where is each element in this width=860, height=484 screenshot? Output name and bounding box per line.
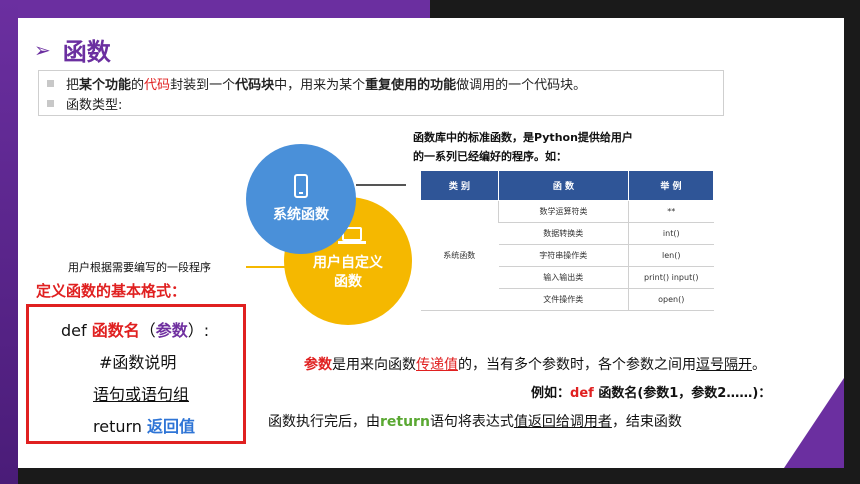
return-explanation: 函数执行完后，由return语句将表达式值返回给调用者，结束函数 xyxy=(268,414,682,430)
connector-line xyxy=(246,266,286,268)
bullet-text: 函数类型: xyxy=(66,97,123,113)
bullet-item-types: 函数类型: xyxy=(47,93,715,113)
table-cell: ** xyxy=(628,200,714,223)
table-row: 系统函数 数学运算符类 ** xyxy=(420,200,714,311)
square-bullet-icon xyxy=(47,99,54,107)
circle-label: 系统函数 xyxy=(273,207,329,223)
circle-label: 用户自定义 函数 xyxy=(313,255,383,290)
arrow-bullet-icon: ➢ xyxy=(34,37,51,62)
square-bullet-icon xyxy=(47,79,54,87)
title-row: ➢ 函数 xyxy=(34,32,111,67)
phone-icon xyxy=(294,174,308,198)
table-cell: 文件操作类 xyxy=(498,288,629,311)
table-header: 函 数 xyxy=(498,170,629,201)
table-header: 类 别 xyxy=(420,170,499,201)
table-cell: 输入输出类 xyxy=(498,266,629,289)
bullet-item-definition: 把某个功能的代码封装到一个代码块中，用来为某个重复使用的功能做调用的一个代码块。 xyxy=(47,73,715,93)
left-strip xyxy=(0,0,18,484)
definition-title: 定义函数的基本格式： xyxy=(36,282,187,300)
definition-box: def 函数名（参数）: #函数说明 语句或语句组 return 返回值 xyxy=(26,304,246,444)
table-cell: 数据转换类 xyxy=(498,222,629,245)
user-function-description: 用户根据需要编写的一段程序 xyxy=(68,261,211,274)
example-line: 例如：def 函数名(参数1，参数2……)： xyxy=(531,386,772,401)
table-cell: len() xyxy=(628,244,714,267)
corner-decoration xyxy=(784,378,844,468)
param-explanation: 参数是用来向函数传递值的，当有多个参数时，各个参数之间用逗号隔开。 xyxy=(304,357,766,373)
table-cell: 数学运算符类 xyxy=(498,200,629,223)
function-library-table: 类 别 函 数 举 例 系统函数 数学运算符类 ** 数据转换类 int() 字… xyxy=(420,170,714,311)
return-line: return 返回值 xyxy=(93,417,196,436)
statements-line: 语句或语句组 xyxy=(93,385,190,404)
library-description: 函数库中的标准函数，是Python提供给用户 的一系列已经编好的程序。如： xyxy=(413,131,633,163)
system-function-circle: 系统函数 xyxy=(246,144,356,254)
table-cell-category: 系统函数 xyxy=(420,200,499,311)
table-cell: print() input() xyxy=(628,266,714,289)
table-cell: int() xyxy=(628,222,714,245)
table-header: 举 例 xyxy=(628,170,714,201)
bullet-box: 把某个功能的代码封装到一个代码块中，用来为某个重复使用的功能做调用的一个代码块。… xyxy=(38,70,724,116)
bullet-text: 把某个功能的代码封装到一个代码块中，用来为某个重复使用的功能做调用的一个代码块。 xyxy=(66,77,587,93)
table-header-row: 类 别 函 数 举 例 xyxy=(420,170,714,201)
top-bar-left xyxy=(0,0,430,18)
def-line: def 函数名（参数）: xyxy=(61,321,210,340)
laptop-base xyxy=(338,241,366,244)
table-cell: open() xyxy=(628,288,714,311)
bottom-bar xyxy=(18,468,860,484)
page-title: 函数 xyxy=(62,38,111,66)
top-bar-right xyxy=(430,0,860,18)
comment-line: #函数说明 xyxy=(99,353,177,372)
connector-line xyxy=(356,184,406,186)
table-cell: 字符串操作类 xyxy=(498,244,629,267)
